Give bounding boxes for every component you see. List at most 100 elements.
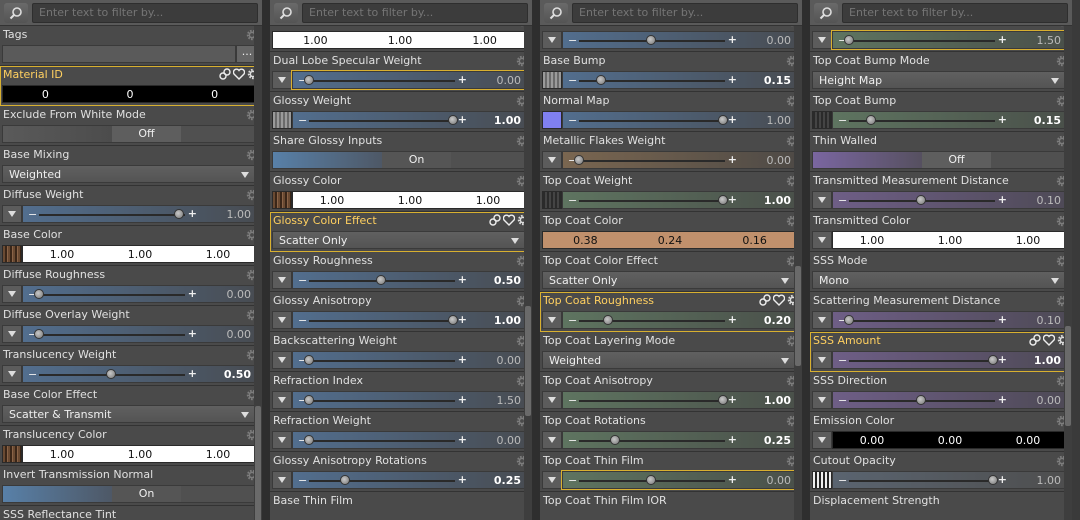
slider-value[interactable]: 0.00 [497, 74, 522, 87]
map-menu-button[interactable] [2, 285, 22, 303]
increment-button[interactable]: + [728, 113, 737, 126]
map-menu-button[interactable] [272, 391, 292, 409]
map-menu-button[interactable] [812, 431, 832, 449]
value-slider[interactable]: − +1.00 [562, 191, 798, 209]
value-slider[interactable]: − +0.00 [292, 351, 528, 369]
increment-button[interactable]: + [998, 33, 1007, 46]
slider-knob[interactable] [988, 475, 998, 485]
scrollbar-thumb[interactable] [795, 266, 801, 366]
decrement-button[interactable]: − [568, 474, 577, 487]
toggle-switch[interactable]: On [2, 485, 258, 503]
increment-button[interactable]: + [188, 327, 197, 340]
toggle-switch[interactable]: Off [812, 151, 1068, 169]
slider-knob[interactable] [988, 355, 998, 365]
slider-knob[interactable] [34, 289, 44, 299]
search-icon[interactable] [4, 2, 28, 23]
value-slider[interactable]: − +1.00 [832, 471, 1068, 489]
slider-knob[interactable] [865, 115, 876, 125]
increment-button[interactable]: + [458, 473, 467, 486]
value-slider[interactable]: − +0.20 [562, 311, 798, 329]
map-menu-button[interactable] [542, 31, 562, 49]
map-menu-button[interactable] [542, 471, 562, 489]
color-value-field[interactable]: 0 0 0 [2, 85, 258, 103]
value-slider[interactable]: − +0.50 [22, 365, 258, 383]
increment-button[interactable]: + [998, 193, 1007, 206]
slider-knob[interactable] [646, 35, 656, 45]
color-value-field[interactable]: 1.00 1.00 1.00 [292, 191, 528, 209]
map-menu-button[interactable] [542, 431, 562, 449]
map-menu-button[interactable] [272, 431, 292, 449]
value-slider[interactable]: − +1.00 [562, 391, 798, 409]
texture-thumbnail[interactable] [2, 445, 22, 463]
slider-knob[interactable] [340, 475, 350, 485]
slider-knob[interactable] [376, 275, 386, 285]
map-menu-button[interactable] [2, 365, 22, 383]
decrement-button[interactable]: − [298, 274, 307, 287]
texture-thumbnail[interactable] [2, 245, 22, 263]
slider-knob[interactable] [304, 435, 314, 445]
slider-knob[interactable] [844, 315, 854, 325]
map-menu-button[interactable] [812, 391, 832, 409]
link-icon[interactable] [759, 294, 771, 306]
value-slider[interactable]: − +1.00 [292, 311, 528, 329]
slider-value[interactable]: 0.00 [227, 288, 252, 301]
map-menu-button[interactable] [272, 471, 292, 489]
slider-value[interactable]: 0.25 [494, 474, 521, 487]
value-slider[interactable]: − +1.00 [832, 351, 1068, 369]
color-value-field[interactable]: 1.00 1.00 1.00 [272, 31, 528, 49]
texture-thumbnail[interactable] [272, 111, 292, 129]
scrollbar-thumb[interactable] [525, 306, 531, 416]
increment-button[interactable]: + [998, 313, 1007, 326]
value-slider[interactable]: − +0.25 [562, 431, 798, 449]
decrement-button[interactable]: − [568, 194, 577, 207]
map-menu-button[interactable] [812, 351, 832, 369]
value-slider[interactable]: − +1.50 [292, 391, 528, 409]
increment-button[interactable]: + [728, 433, 737, 446]
slider-value[interactable]: 1.00 [1034, 354, 1061, 367]
value-slider[interactable]: − +0.00 [22, 325, 258, 343]
value-slider[interactable]: − +0.50 [292, 271, 528, 289]
increment-button[interactable]: + [998, 473, 1007, 486]
slider-value[interactable]: 0.00 [767, 474, 792, 487]
map-menu-button[interactable] [812, 31, 832, 49]
value-slider[interactable]: − +1.00 [562, 111, 798, 129]
increment-button[interactable]: + [728, 313, 737, 326]
search-icon[interactable] [814, 2, 838, 23]
color-value-field[interactable]: 0.38 0.24 0.16 [542, 231, 798, 249]
slider-value[interactable]: 0.10 [1037, 194, 1062, 207]
texture-thumbnail[interactable] [812, 111, 832, 129]
slider-value[interactable]: 1.00 [227, 208, 252, 221]
decrement-button[interactable]: − [568, 34, 577, 47]
decrement-button[interactable]: − [568, 434, 577, 447]
decrement-button[interactable]: − [298, 474, 307, 487]
value-slider[interactable]: − +0.25 [292, 471, 528, 489]
texture-thumbnail[interactable] [272, 191, 292, 209]
search-input[interactable] [842, 2, 1068, 23]
texture-thumbnail[interactable] [542, 191, 562, 209]
slider-value[interactable]: 0.20 [764, 314, 791, 327]
map-menu-button[interactable] [542, 151, 562, 169]
heart-icon[interactable] [503, 214, 515, 226]
increment-button[interactable]: + [458, 433, 467, 446]
increment-button[interactable]: + [458, 393, 467, 406]
search-icon[interactable] [274, 2, 298, 23]
map-menu-button[interactable] [812, 191, 832, 209]
value-slider[interactable]: − +0.00 [561, 470, 799, 490]
map-menu-button[interactable] [272, 71, 292, 89]
slider-value[interactable]: 1.00 [494, 114, 521, 127]
color-value-field[interactable]: 0.00 0.00 0.00 [832, 431, 1068, 449]
color-value-field[interactable]: 1.00 1.00 1.00 [832, 231, 1068, 249]
slider-knob[interactable] [595, 75, 606, 85]
slider-value[interactable]: 1.00 [764, 394, 791, 407]
slider-knob[interactable] [448, 315, 458, 325]
slider-value[interactable]: 1.00 [494, 314, 521, 327]
vertical-scrollbar[interactable] [254, 26, 262, 520]
slider-knob[interactable] [718, 395, 728, 405]
slider-knob[interactable] [106, 369, 116, 379]
decrement-button[interactable]: − [568, 314, 577, 327]
increment-button[interactable]: + [728, 473, 737, 486]
dropdown-select[interactable]: Height Map [812, 71, 1068, 89]
slider-knob[interactable] [844, 35, 854, 45]
increment-button[interactable]: + [998, 353, 1007, 366]
increment-button[interactable]: + [458, 313, 467, 326]
